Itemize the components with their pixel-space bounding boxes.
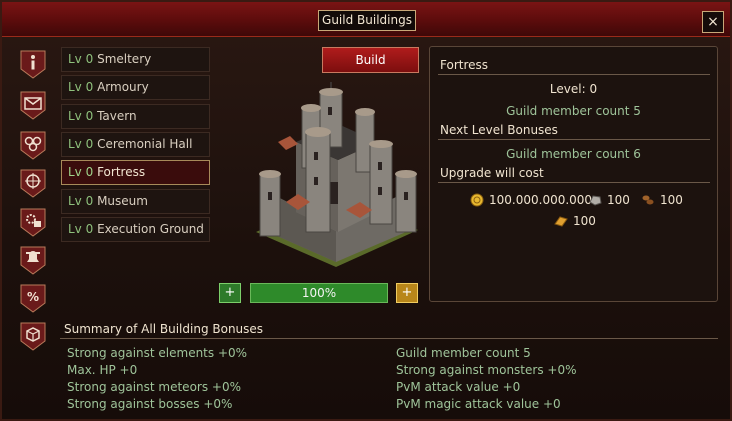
building-level: Lv 0 xyxy=(68,80,94,94)
gold-coin-icon xyxy=(470,193,484,207)
building-details-panel: Fortress Level: 0 Guild member count 5 N… xyxy=(429,46,718,302)
cost-stone-amount: 100 xyxy=(607,193,630,207)
summary-bonus: Max. HP +0 xyxy=(67,363,138,377)
building-level: Lv 0 xyxy=(68,52,94,66)
building-name: Fortress xyxy=(97,165,146,179)
mail-icon[interactable] xyxy=(17,89,49,121)
fortress-image xyxy=(256,82,418,267)
divider xyxy=(438,139,710,140)
guild-buildings-window: Guild Buildings × % Lv 0 Smeltery Lv 0 A… xyxy=(0,0,732,421)
next-bonus: Guild member count 6 xyxy=(506,147,641,161)
summary-divider xyxy=(60,338,718,339)
building-name: Execution Ground xyxy=(97,222,204,236)
building-level: Lv 0 xyxy=(68,165,94,179)
stone-icon xyxy=(589,195,602,206)
window-title: Guild Buildings xyxy=(318,10,416,31)
summary-title: Summary of All Building Bonuses xyxy=(64,322,264,336)
summary-bonus: Strong against elements +0% xyxy=(67,346,248,360)
building-item-armoury[interactable]: Lv 0 Armoury xyxy=(61,75,210,100)
info-icon[interactable] xyxy=(17,48,49,80)
upgrade-cost-heading: Upgrade will cost xyxy=(440,166,544,180)
next-level-heading: Next Level Bonuses xyxy=(440,123,558,137)
wood-icon xyxy=(642,195,654,205)
building-item-museum[interactable]: Lv 0 Museum xyxy=(61,189,210,214)
building-level: Lv 0 xyxy=(68,109,94,123)
building-name: Museum xyxy=(97,194,148,208)
cost-metal-amount: 100 xyxy=(573,214,596,228)
svg-text:%: % xyxy=(27,290,39,304)
building-item-tavern[interactable]: Lv 0 Tavern xyxy=(61,104,210,129)
summary-bonus: PvM magic attack value +0 xyxy=(396,397,561,411)
divider xyxy=(438,74,710,75)
cost-gold: 100.000.000.000 xyxy=(470,193,592,207)
details-level: Level: 0 xyxy=(549,82,598,96)
metal-icon xyxy=(554,216,568,227)
current-bonus: Guild member count 5 xyxy=(506,104,641,118)
close-button[interactable]: × xyxy=(702,11,724,33)
building-item-ceremonial-hall[interactable]: Lv 0 Ceremonial Hall xyxy=(61,132,210,157)
building-name: Smeltery xyxy=(97,52,152,66)
building-level: Lv 0 xyxy=(68,194,94,208)
building-item-smeltery[interactable]: Lv 0 Smeltery xyxy=(61,47,210,72)
building-name: Ceremonial Hall xyxy=(97,137,193,151)
cost-metal: 100 xyxy=(554,214,596,228)
cost-stone: 100 xyxy=(588,193,630,207)
guild-members-icon[interactable] xyxy=(17,129,49,161)
cost-wood-amount: 100 xyxy=(660,193,683,207)
building-name: Armoury xyxy=(97,80,149,94)
decrease-button[interactable]: + xyxy=(219,283,241,303)
compass-icon[interactable] xyxy=(17,167,49,199)
bell-shield-icon[interactable] xyxy=(17,244,49,276)
crate-icon[interactable] xyxy=(17,320,49,352)
building-level: Lv 0 xyxy=(68,137,94,151)
title-bar: Guild Buildings × xyxy=(2,2,730,37)
building-level: Lv 0 xyxy=(68,222,94,236)
cost-gold-amount: 100.000.000.000 xyxy=(489,193,593,207)
cost-wood: 100 xyxy=(641,193,683,207)
summary-bonus: Guild member count 5 xyxy=(396,346,531,360)
details-building-name: Fortress xyxy=(440,58,489,72)
summary-bonus: Strong against monsters +0% xyxy=(396,363,577,377)
divider xyxy=(438,182,710,183)
building-name: Tavern xyxy=(97,109,137,123)
gear-building-icon[interactable] xyxy=(17,206,49,238)
building-item-fortress[interactable]: Lv 0 Fortress xyxy=(61,160,210,185)
building-item-execution-ground[interactable]: Lv 0 Execution Ground xyxy=(61,217,210,242)
summary-bonus: Strong against bosses +0% xyxy=(67,397,233,411)
percent-icon[interactable]: % xyxy=(17,282,49,314)
increase-button[interactable]: + xyxy=(396,283,418,303)
summary-bonus: PvM attack value +0 xyxy=(396,380,521,394)
build-button[interactable]: Build xyxy=(322,47,419,73)
summary-bonus: Strong against meteors +0% xyxy=(67,380,241,394)
progress-bar: 100% xyxy=(250,283,388,303)
